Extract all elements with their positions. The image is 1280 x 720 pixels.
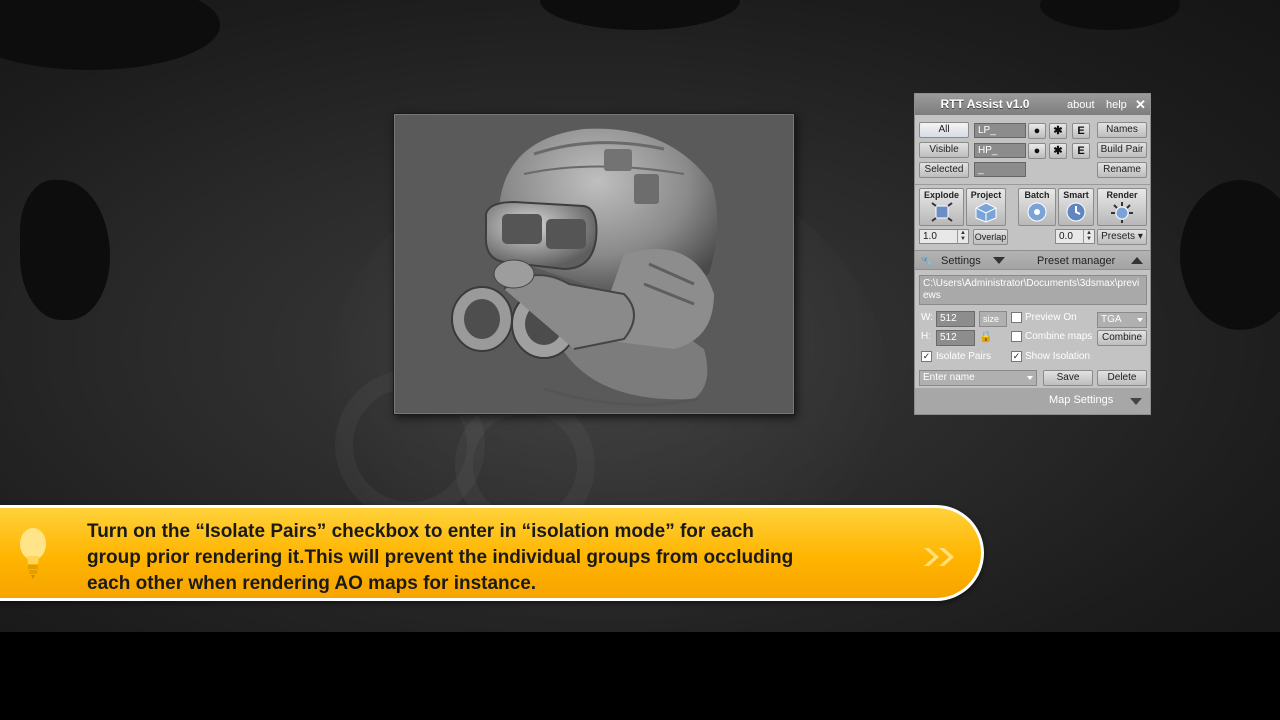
divider	[915, 184, 1150, 185]
settings-label[interactable]: Settings	[941, 255, 981, 267]
render-burst-icon	[1111, 202, 1133, 223]
smart-amount-spinner[interactable]: 0.0 ▲ ▼	[1055, 229, 1095, 244]
combine-button[interactable]: Combine	[1097, 330, 1147, 346]
chevron-down-icon[interactable]	[993, 257, 1005, 264]
letterbox-bar	[0, 632, 1280, 720]
height-input[interactable]: 512	[936, 330, 975, 346]
edit-e-icon[interactable]: E	[1072, 123, 1090, 139]
bulb-icon[interactable]: ●	[1028, 123, 1046, 139]
batch-button[interactable]: Batch	[1018, 188, 1056, 226]
ink-splatter	[20, 180, 110, 320]
chevron-down-icon[interactable]	[1130, 398, 1142, 405]
caption-line-2: group prior rendering it.This will preve…	[87, 547, 794, 568]
explode-label: Explode	[923, 190, 959, 200]
render-viewport[interactable]	[393, 113, 795, 415]
map-settings-bar[interactable]: Map Settings	[915, 388, 1150, 414]
close-icon[interactable]: ✕	[1135, 97, 1146, 113]
settings-section-bar[interactable]: 🔧 Settings Preset manager	[915, 250, 1150, 270]
project-button[interactable]: Project	[966, 188, 1006, 226]
caption-line-1: Turn on the “Isolate Pairs” checkbox to …	[87, 521, 754, 542]
presets-dropdown[interactable]: Presets ▾	[1097, 229, 1147, 245]
isolate-pairs-checkbox[interactable]: ✓	[921, 351, 932, 362]
gear-icon[interactable]: ✱	[1049, 123, 1067, 139]
ink-splatter	[540, 0, 740, 30]
project-label: Project	[970, 190, 1002, 200]
panel-title: RTT Assist v1.0	[940, 97, 1030, 111]
ink-splatter	[1040, 0, 1180, 30]
about-link[interactable]: about	[1067, 99, 1095, 111]
delete-button[interactable]: Delete	[1097, 370, 1147, 386]
preset-manager-label[interactable]: Preset manager	[1037, 255, 1115, 267]
render-button[interactable]: Render	[1097, 188, 1147, 226]
width-input[interactable]: 512	[936, 311, 975, 327]
names-button[interactable]: Names	[1097, 122, 1147, 138]
clock-icon	[1066, 202, 1086, 222]
show-isolation-checkbox[interactable]: ✓	[1011, 351, 1022, 362]
format-dropdown[interactable]: TGA	[1097, 312, 1147, 328]
explode-amount-value: 1.0	[923, 231, 937, 242]
spinner-arrows-icon[interactable]: ▲ ▼	[957, 230, 968, 243]
combine-maps-checkbox[interactable]	[1011, 331, 1022, 342]
rtt-assist-panel: RTT Assist v1.0 about help ✕ All Visible…	[914, 93, 1151, 415]
preview-on-checkbox[interactable]	[1011, 312, 1022, 323]
wrench-icon: 🔧	[920, 256, 934, 268]
spinner-arrows-icon[interactable]: ▲ ▼	[1083, 230, 1094, 243]
batch-icon	[1027, 202, 1047, 222]
width-label: W:	[921, 312, 934, 323]
smart-button[interactable]: Smart	[1058, 188, 1094, 226]
gear-icon[interactable]: ✱	[1049, 143, 1067, 159]
height-label: H:	[921, 331, 931, 342]
output-path-field[interactable]: C:\Users\Administrator\Documents\3dsmax\…	[919, 275, 1147, 305]
render-label: Render	[1106, 190, 1138, 200]
panel-titlebar[interactable]: RTT Assist v1.0 about help ✕	[915, 94, 1150, 115]
smart-amount-value: 0.0	[1059, 231, 1073, 242]
filter-visible-button[interactable]: Visible	[919, 142, 969, 158]
bulb-icon[interactable]: ●	[1028, 143, 1046, 159]
lowpoly-prefix-field[interactable]: LP_	[974, 123, 1026, 138]
size-dropdown[interactable]: size	[979, 311, 1007, 327]
preview-on-label: Preview On	[1025, 312, 1077, 323]
batch-label: Batch	[1024, 190, 1050, 200]
chevron-up-icon[interactable]	[1131, 257, 1143, 264]
presets-label: Presets	[1101, 231, 1136, 242]
smart-label: Smart	[1063, 190, 1089, 200]
save-button[interactable]: Save	[1043, 370, 1093, 386]
caption-text: Turn on the “Isolate Pairs” checkbox to …	[87, 519, 927, 597]
filter-selected-button[interactable]: Selected	[919, 162, 969, 178]
caret-down-icon	[1027, 376, 1033, 380]
lightbulb-icon	[20, 528, 46, 579]
size-label: size	[983, 314, 1000, 324]
filter-all-button[interactable]: All	[919, 122, 969, 138]
double-chevron-right-icon[interactable]	[922, 546, 958, 568]
isolate-pairs-label: Isolate Pairs	[936, 351, 992, 362]
combine-maps-label: Combine maps	[1025, 331, 1093, 342]
enter-name-placeholder: Enter name	[923, 372, 975, 383]
edit-e-icon[interactable]: E	[1072, 143, 1090, 159]
caret-down-icon	[1137, 318, 1143, 322]
build-pair-button[interactable]: Build Pair	[1097, 142, 1147, 158]
ink-splatter	[0, 0, 220, 70]
helmet-model	[451, 128, 718, 407]
show-isolation-label: Show Isolation	[1025, 351, 1091, 362]
cube-icon	[975, 202, 997, 223]
format-value: TGA	[1101, 314, 1122, 325]
lock-icon[interactable]: 🔒	[979, 330, 993, 343]
overlap-button[interactable]: Overlap	[973, 229, 1008, 245]
help-link[interactable]: help	[1106, 99, 1127, 111]
explode-button[interactable]: Explode	[919, 188, 964, 226]
ink-splatter	[1180, 180, 1280, 330]
highpoly-prefix-field[interactable]: HP_	[974, 143, 1026, 158]
caption-line-3: each other when rendering AO maps for in…	[87, 573, 537, 594]
map-settings-label[interactable]: Map Settings	[1049, 394, 1113, 406]
tutorial-caption-banner: Turn on the “Isolate Pairs” checkbox to …	[0, 505, 984, 601]
rename-button[interactable]: Rename	[1097, 162, 1147, 178]
explode-icon	[930, 202, 953, 222]
preset-name-dropdown[interactable]: Enter name	[919, 370, 1037, 386]
suffix-field[interactable]: _	[974, 162, 1026, 177]
explode-amount-spinner[interactable]: 1.0 ▲ ▼	[919, 229, 969, 244]
